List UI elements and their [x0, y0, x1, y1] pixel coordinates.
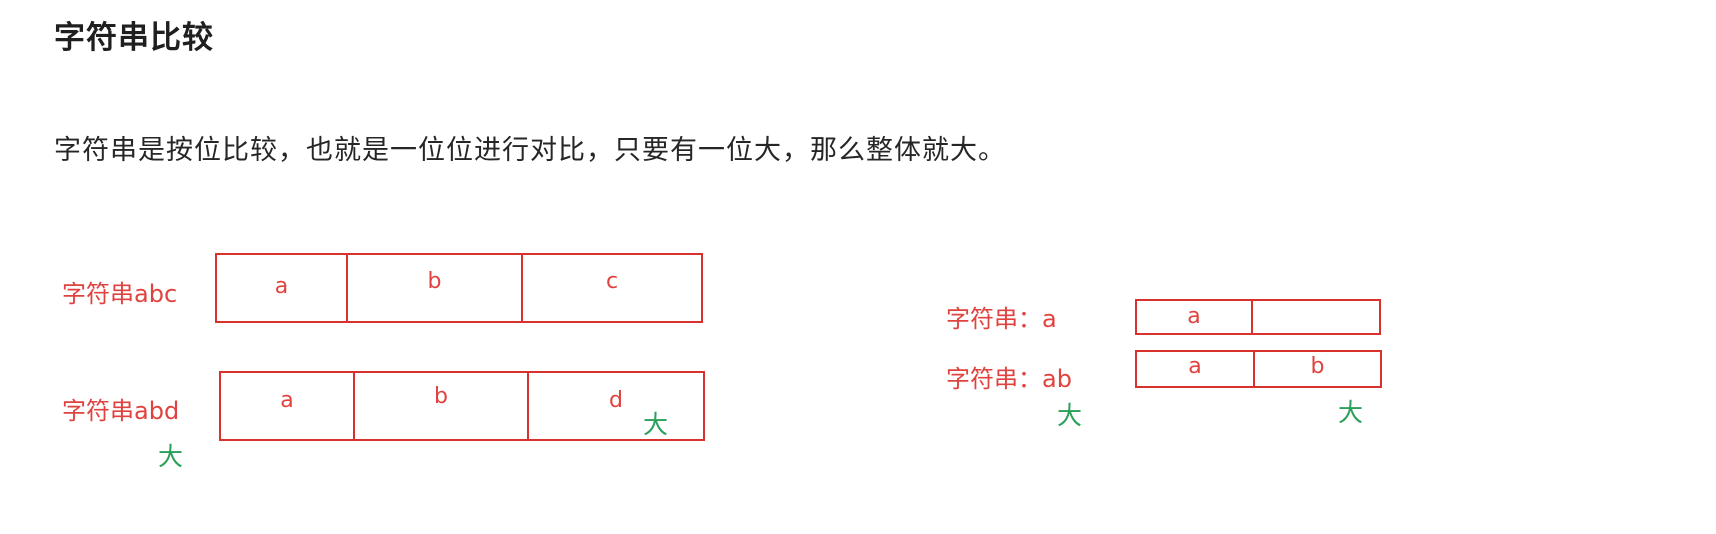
page: 字符串比较 字符串是按位比较，也就是一位位进行对比，只要有一位大，那么整体就大。… [0, 0, 1716, 534]
bigger-string-marker: 大 [1057, 401, 1083, 430]
string-abd-cell: b [355, 373, 529, 439]
string-abd-cell: d [529, 373, 703, 439]
string-abd-label: 字符串abd [62, 397, 180, 425]
bigger-cell-marker: 大 [1338, 398, 1364, 427]
cell-char: c [605, 269, 619, 294]
bigger-cell-marker: 大 [643, 410, 669, 439]
cell-char: b [434, 384, 448, 409]
string-abc-cell: c [523, 255, 701, 321]
string-ab-box: a b [1135, 350, 1382, 388]
string-abd-cell: a [221, 373, 355, 439]
string-abc-cell: b [348, 255, 523, 321]
string-a-cell: a [1137, 301, 1253, 333]
cell-char: a [1188, 354, 1202, 379]
string-ab-label: 字符串：ab [946, 365, 1072, 393]
cell-char: a [274, 274, 289, 299]
string-abc-box: a b c [215, 253, 703, 323]
string-a-label: 字符串：a [946, 305, 1057, 333]
string-ab-cell: b [1255, 352, 1380, 386]
cell-char: b [1310, 354, 1325, 379]
bigger-string-marker: 大 [158, 442, 184, 471]
string-abc-label: 字符串abc [62, 280, 178, 308]
string-abd-box: a b d [219, 371, 705, 441]
string-a-cell-empty [1253, 301, 1379, 333]
description-paragraph: 字符串是按位比较，也就是一位位进行对比，只要有一位大，那么整体就大。 [54, 135, 1006, 166]
string-ab-cell: a [1137, 352, 1255, 386]
cell-char: a [1187, 304, 1201, 329]
string-abc-cell: a [217, 255, 348, 321]
page-title: 字符串比较 [54, 20, 214, 56]
cell-char: a [280, 388, 294, 413]
cell-char: b [427, 269, 442, 294]
cell-char: d [609, 388, 623, 413]
string-a-box: a [1135, 299, 1381, 335]
